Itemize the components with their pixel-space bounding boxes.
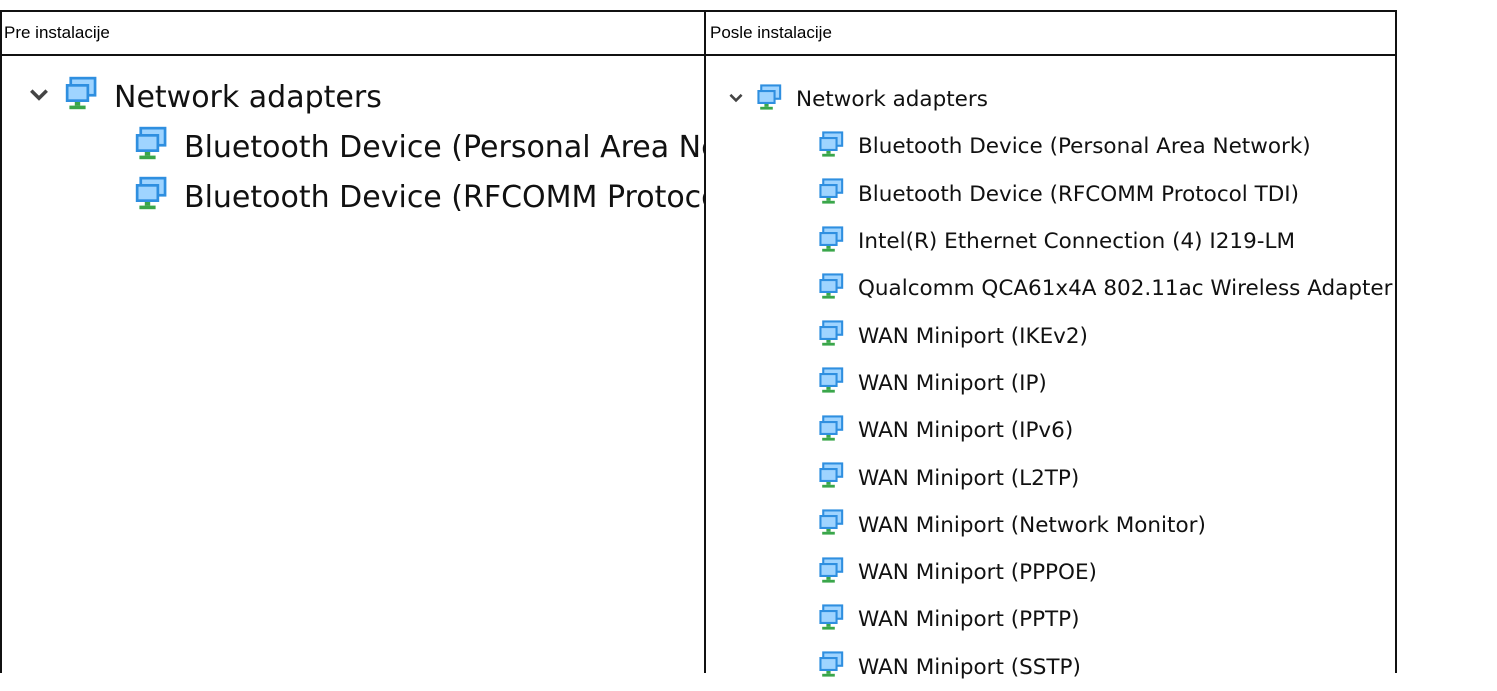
- table-header: Pre instalacije Posle instalacije: [0, 10, 1397, 56]
- network-adapter-icon: [818, 225, 846, 259]
- tree-item-label: Qualcomm QCA61x4A 802.11ac Wireless Adap…: [858, 276, 1393, 302]
- tree-item-label: Bluetooth Device (RFCOMM Protocol TDI): [184, 179, 704, 215]
- tree-item-label: Bluetooth Device (RFCOMM Protocol TDI): [858, 181, 1300, 207]
- tree-item-label: WAN Miniport (Network Monitor): [858, 512, 1206, 538]
- tree-item[interactable]: WAN Miniport (PPTP): [818, 596, 1080, 643]
- network-adapter-icon: [818, 130, 846, 164]
- network-adapter-icon: [818, 272, 846, 306]
- tree-item-label: Intel(R) Ethernet Connection (4) I219-LM: [858, 229, 1296, 255]
- network-adapter-icon: [818, 650, 846, 684]
- tree-item-label: WAN Miniport (IKEv2): [858, 323, 1088, 349]
- network-adapter-icon: [134, 175, 170, 219]
- chevron-down-icon[interactable]: [28, 80, 50, 114]
- cell-after: Network adapters Bluetooth Device (Person…: [706, 56, 1497, 680]
- cell-before: Network adapters Bluetooth Device (Person…: [2, 56, 704, 673]
- tree-item[interactable]: WAN Miniport (IPv6): [818, 407, 1073, 454]
- tree-category-network-adapters[interactable]: Network adapters: [28, 72, 382, 122]
- network-adapter-icon: [818, 177, 846, 211]
- tree-item[interactable]: WAN Miniport (PPPOE): [818, 549, 1097, 596]
- tree-item[interactable]: Intel(R) Ethernet Connection (4) I219-LM: [818, 218, 1295, 265]
- tree-item[interactable]: WAN Miniport (IKEv2): [818, 313, 1088, 360]
- tree-item-label: WAN Miniport (SSTP): [858, 654, 1081, 680]
- tree-item-label: WAN Miniport (L2TP): [858, 465, 1080, 491]
- chevron-down-icon[interactable]: [728, 87, 744, 112]
- tree-category-network-adapters[interactable]: Network adapters: [728, 76, 988, 123]
- tree-item[interactable]: Bluetooth Device (Personal Area Network): [134, 122, 704, 172]
- tree-item[interactable]: WAN Miniport (SSTP): [818, 644, 1081, 691]
- tree-item-label: Bluetooth Device (Personal Area Network): [858, 134, 1311, 160]
- tree-item-label: WAN Miniport (IP): [858, 370, 1047, 396]
- network-adapter-icon: [134, 125, 170, 169]
- tree-item-label: Bluetooth Device (Personal Area Network): [184, 129, 704, 165]
- tree-item-label: WAN Miniport (PPTP): [858, 607, 1080, 633]
- network-adapter-icon: [64, 75, 100, 119]
- tree-item[interactable]: WAN Miniport (Network Monitor): [818, 502, 1206, 549]
- network-adapter-icon: [818, 414, 846, 448]
- tree-item[interactable]: WAN Miniport (L2TP): [818, 454, 1079, 501]
- network-adapter-icon: [818, 556, 846, 590]
- network-adapter-icon: [756, 83, 784, 117]
- comparison-table: Pre instalacije Posle instalacije Networ…: [0, 10, 1397, 680]
- header-after: Posle instalacije: [710, 23, 832, 42]
- network-adapter-icon: [818, 366, 846, 400]
- network-adapter-icon: [818, 508, 846, 542]
- tree-item[interactable]: WAN Miniport (IP): [818, 360, 1047, 407]
- tree-item[interactable]: Bluetooth Device (RFCOMM Protocol TDI): [134, 172, 704, 222]
- tree-item-label: WAN Miniport (PPPOE): [858, 560, 1097, 586]
- tree-item[interactable]: Qualcomm QCA61x4A 802.11ac Wireless Adap…: [818, 265, 1393, 312]
- tree-item[interactable]: Bluetooth Device (RFCOMM Protocol TDI): [818, 171, 1299, 218]
- network-adapter-icon: [818, 461, 846, 495]
- network-adapter-icon: [818, 603, 846, 637]
- network-adapter-icon: [818, 319, 846, 353]
- header-before: Pre instalacije: [4, 23, 110, 42]
- tree-item[interactable]: Bluetooth Device (Personal Area Network): [818, 123, 1311, 170]
- tree-category-label: Network adapters: [114, 79, 382, 115]
- tree-category-label: Network adapters: [796, 87, 988, 113]
- tree-item-label: WAN Miniport (IPv6): [858, 418, 1074, 444]
